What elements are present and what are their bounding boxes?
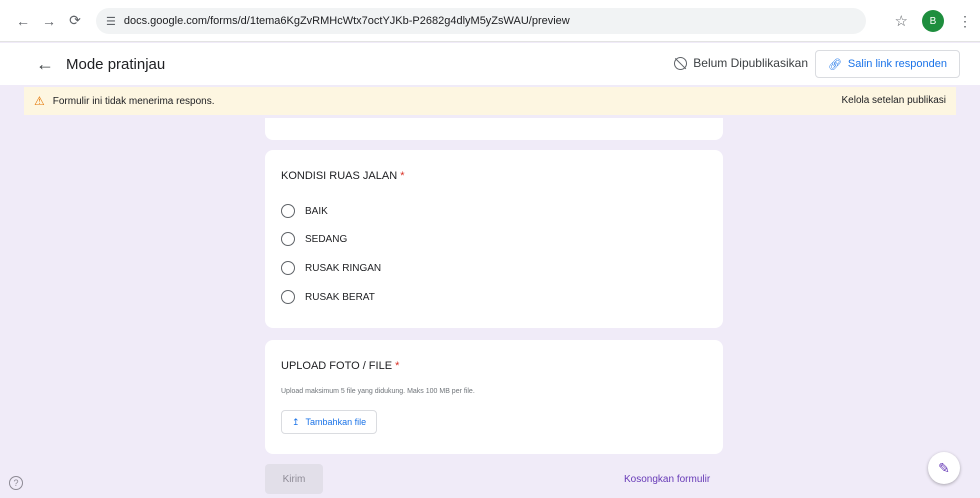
address-bar[interactable]: ☰ docs.google.com/forms/d/1tema6KgZvRMHc…: [96, 8, 866, 34]
radio-option-sedang[interactable]: SEDANG: [281, 232, 347, 246]
edit-pencil-icon[interactable]: ✎: [928, 452, 960, 484]
help-icon[interactable]: ?: [9, 476, 23, 490]
add-file-button[interactable]: ↥ Tambahkan file: [281, 410, 378, 434]
question-card-road-condition: KONDISI RUAS JALAN * BAIK SEDANG RUSAK R…: [265, 150, 723, 328]
question-title: UPLOAD FOTO / FILE *: [281, 360, 399, 372]
radio-option-rusak-ringan[interactable]: RUSAK RINGAN: [281, 261, 381, 275]
url-text: docs.google.com/forms/d/1tema6KgZvRMHcWt…: [123, 15, 570, 27]
forward-icon[interactable]: →: [38, 10, 60, 32]
radio-option-baik[interactable]: BAIK: [281, 204, 328, 218]
radio-button[interactable]: [281, 290, 295, 304]
browser-toolbar: ← → ⟳ ☰ docs.google.com/forms/d/1tema6Kg…: [0, 0, 980, 42]
option-label: RUSAK BERAT: [305, 291, 375, 303]
add-file-label: Tambahkan file: [305, 417, 367, 427]
back-arrow-icon[interactable]: ←: [36, 54, 54, 75]
radio-button[interactable]: [281, 204, 295, 218]
publish-status-label: Belum Dipublikasikan: [693, 56, 808, 70]
question-title: KONDISI RUAS JALAN *: [281, 170, 404, 182]
preview-mode-title: Mode pratinjau: [66, 55, 166, 73]
upload-icon: ↥: [292, 416, 300, 427]
option-label: SEDANG: [305, 233, 348, 245]
copy-responder-link-button[interactable]: 🔗︎ Salin link responden: [814, 50, 960, 78]
link-icon: 🔗︎: [827, 58, 842, 71]
option-label: BAIK: [305, 205, 328, 217]
not-accepting-responses-banner: ⚠ Formulir ini tidak menerima respons. K…: [24, 87, 956, 115]
required-mark: *: [395, 360, 400, 372]
upload-description: Upload maksimum 5 file yang didukung. Ma…: [281, 388, 475, 395]
radio-option-rusak-berat[interactable]: RUSAK BERAT: [281, 290, 375, 304]
reload-icon[interactable]: ⟳: [64, 10, 86, 32]
radio-button[interactable]: [281, 261, 295, 275]
question-title-text: UPLOAD FOTO / FILE: [281, 360, 393, 372]
radio-button[interactable]: [281, 232, 295, 246]
manage-publish-settings-link[interactable]: Kelola setelan publikasi: [841, 95, 946, 106]
question-card-upload: UPLOAD FOTO / FILE * Upload maksimum 5 f…: [265, 340, 723, 454]
no-responses-icon: ⚠: [34, 94, 45, 108]
required-mark: *: [400, 170, 405, 182]
back-icon[interactable]: ←: [12, 10, 34, 32]
more-icon[interactable]: ⋮: [958, 13, 972, 30]
site-settings-icon[interactable]: ☰: [106, 15, 116, 28]
bookmark-star-icon[interactable]: ☆: [895, 12, 908, 30]
publish-status: Belum Dipublikasikan: [674, 56, 808, 70]
question-title-text: KONDISI RUAS JALAN: [281, 170, 398, 182]
profile-avatar[interactable]: B: [922, 10, 944, 32]
clear-form-link[interactable]: Kosongkan formulir: [624, 474, 710, 485]
submit-button[interactable]: Kirim: [265, 464, 323, 494]
notice-text: Formulir ini tidak menerima respons.: [52, 95, 215, 107]
copy-link-label: Salin link responden: [847, 58, 947, 70]
previous-question-card: [265, 118, 723, 140]
option-label: RUSAK RINGAN: [305, 262, 382, 274]
preview-header: ← Mode pratinjau Belum Dipublikasikan 🔗︎…: [0, 43, 980, 85]
unpublished-icon: [674, 56, 688, 70]
